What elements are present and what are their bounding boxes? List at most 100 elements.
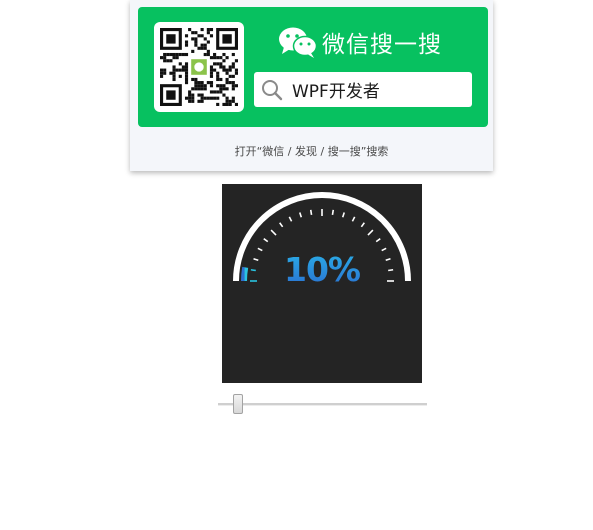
qr-module bbox=[225, 96, 229, 100]
qr-module bbox=[197, 99, 201, 103]
gauge-tick bbox=[331, 209, 335, 215]
qr-module bbox=[216, 56, 220, 60]
qr-module bbox=[209, 90, 214, 94]
qr-module bbox=[219, 77, 223, 82]
qr-module bbox=[197, 87, 201, 91]
qr-module bbox=[222, 87, 226, 91]
qr-module bbox=[206, 28, 210, 32]
qr-module bbox=[200, 28, 204, 32]
slider-track[interactable] bbox=[218, 403, 427, 406]
qr-module bbox=[172, 71, 176, 75]
qr-module bbox=[209, 34, 214, 38]
qr-module bbox=[172, 56, 176, 60]
qr-module bbox=[184, 34, 189, 38]
qr-module bbox=[219, 90, 223, 94]
qr-module bbox=[169, 59, 173, 63]
qr-module bbox=[197, 34, 201, 38]
qr-module bbox=[203, 46, 207, 50]
qr-module bbox=[231, 65, 235, 69]
qr-module bbox=[200, 81, 204, 85]
search-box[interactable]: WPF开发者 bbox=[254, 72, 472, 107]
qr-module bbox=[231, 99, 235, 103]
qr-module bbox=[191, 87, 195, 91]
qr-module bbox=[188, 93, 192, 97]
qr-module bbox=[228, 68, 232, 72]
qr-module bbox=[181, 68, 185, 72]
qr-module bbox=[216, 74, 220, 78]
qr-module bbox=[216, 84, 220, 88]
qr-module bbox=[188, 90, 192, 94]
qr-module bbox=[225, 56, 229, 60]
qr-module bbox=[184, 68, 189, 72]
qr-code bbox=[154, 22, 244, 112]
qr-module bbox=[219, 84, 223, 88]
brand-title: 微信搜一搜 bbox=[322, 32, 442, 58]
qr-module bbox=[166, 59, 170, 63]
gauge-tick bbox=[250, 268, 256, 272]
qr-module bbox=[181, 52, 185, 57]
qr-module bbox=[166, 90, 176, 100]
qr-module bbox=[169, 52, 173, 57]
qr-module bbox=[188, 28, 192, 32]
qr-module bbox=[191, 37, 195, 41]
qr-module bbox=[178, 68, 182, 72]
gauge-tick bbox=[351, 216, 356, 222]
qr-module bbox=[163, 68, 167, 72]
qr-module bbox=[172, 65, 176, 69]
value-slider[interactable] bbox=[218, 394, 427, 416]
qr-module bbox=[222, 59, 226, 63]
qr-module bbox=[191, 77, 195, 82]
qr-module bbox=[234, 71, 238, 75]
qr-module bbox=[219, 87, 223, 91]
qr-module bbox=[200, 87, 204, 91]
page: 微信搜一搜 WPF开发者 打开“微信 / 发现 / 搜一搜”搜索 10% bbox=[0, 0, 593, 530]
qr-module bbox=[163, 71, 167, 75]
qr-module bbox=[209, 84, 214, 88]
gauge-tick bbox=[257, 247, 263, 252]
qr-module bbox=[197, 93, 201, 97]
qr-module bbox=[200, 84, 204, 88]
qr-module bbox=[200, 46, 204, 50]
qr-code-icon bbox=[160, 28, 238, 106]
gauge-tick bbox=[388, 268, 394, 272]
gauge-tick bbox=[360, 222, 365, 228]
qr-module bbox=[231, 62, 235, 66]
qr-module bbox=[222, 52, 226, 57]
qr-module bbox=[160, 56, 164, 60]
qr-module bbox=[206, 40, 210, 44]
qr-module bbox=[194, 81, 198, 85]
qr-module bbox=[175, 56, 179, 60]
qr-module bbox=[222, 34, 232, 44]
gauge-tick bbox=[263, 238, 269, 243]
qr-module bbox=[188, 96, 192, 100]
qr-module bbox=[209, 65, 214, 69]
qr-module bbox=[222, 84, 226, 88]
qr-module bbox=[197, 81, 201, 85]
gauge-value-text: 10% bbox=[284, 250, 361, 289]
qr-module bbox=[200, 43, 204, 47]
qr-module bbox=[191, 31, 195, 35]
qr-module bbox=[160, 71, 164, 75]
qr-module bbox=[206, 52, 210, 57]
qr-module bbox=[160, 68, 164, 72]
qr-module bbox=[203, 52, 207, 57]
gauge: 10% bbox=[233, 192, 411, 289]
qr-module bbox=[166, 52, 170, 57]
search-hint: 打开“微信 / 发现 / 搜一搜”搜索 bbox=[234, 145, 389, 158]
slider-thumb[interactable] bbox=[232, 394, 243, 414]
qr-module bbox=[194, 77, 198, 82]
qr-module bbox=[184, 65, 189, 69]
qr-module bbox=[219, 62, 223, 66]
qr-module bbox=[194, 31, 198, 35]
qr-module bbox=[191, 99, 195, 103]
qr-module bbox=[213, 90, 217, 94]
qr-module bbox=[194, 43, 198, 47]
qr-module bbox=[206, 96, 210, 100]
qr-module bbox=[172, 68, 176, 72]
qr-module bbox=[184, 77, 189, 82]
qr-module bbox=[216, 96, 220, 100]
qr-module bbox=[228, 74, 232, 78]
qr-module bbox=[197, 46, 201, 50]
qr-module bbox=[206, 81, 210, 85]
qr-module bbox=[206, 49, 210, 53]
